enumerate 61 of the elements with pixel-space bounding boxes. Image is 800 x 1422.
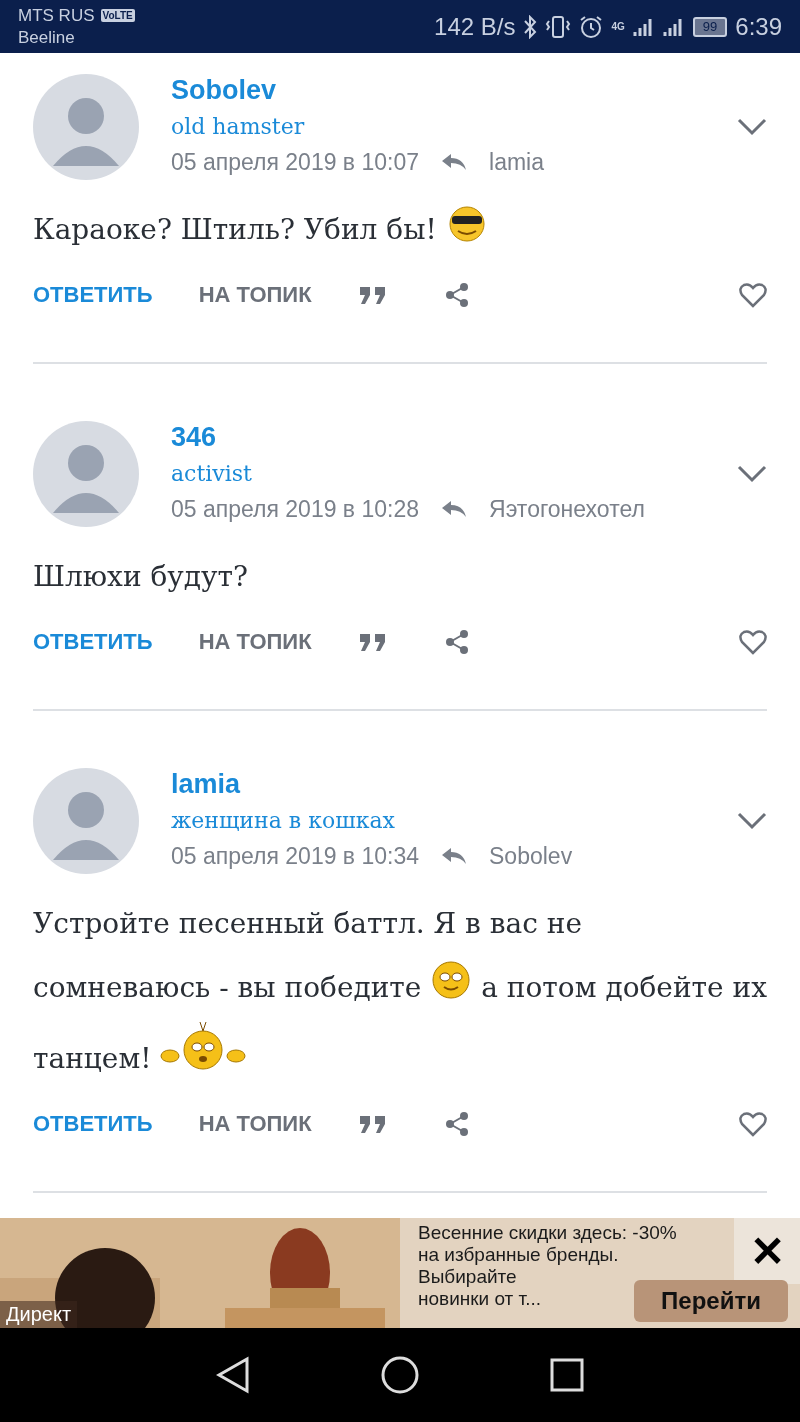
author-status: женщина в кошках bbox=[171, 807, 396, 835]
go-button[interactable]: Перейти bbox=[634, 1280, 788, 1322]
chevron-down-icon[interactable] bbox=[737, 118, 767, 136]
heart-icon[interactable] bbox=[739, 629, 767, 655]
reply-arrow-icon bbox=[441, 500, 468, 518]
quote-icon[interactable] bbox=[357, 285, 388, 305]
to-topic-button[interactable]: НА ТОПИК bbox=[198, 1111, 312, 1137]
quote-icon[interactable] bbox=[357, 1114, 388, 1134]
author-name[interactable]: lamia bbox=[171, 766, 705, 802]
author-name[interactable]: Sobolev bbox=[171, 72, 705, 108]
reply-to-user[interactable]: lamia bbox=[489, 146, 544, 178]
share-icon[interactable] bbox=[443, 629, 470, 655]
ad-text-line: Весенние скидки здесь: -30% bbox=[418, 1222, 677, 1244]
comment-date: 05 апреля 2019 в 10:34 bbox=[171, 842, 420, 871]
to-topic-button[interactable]: НА ТОПИК bbox=[198, 629, 312, 655]
recent-apps-icon[interactable] bbox=[550, 1358, 585, 1392]
reply-arrow-icon bbox=[441, 847, 468, 865]
carrier-name: MTS RUS bbox=[18, 5, 95, 26]
reply-button[interactable]: ОТВЕТИТЬ bbox=[33, 1111, 153, 1137]
reply-button[interactable]: ОТВЕТИТЬ bbox=[33, 629, 153, 655]
ad-text-line: новинки от т... bbox=[418, 1288, 542, 1310]
chevron-down-icon[interactable] bbox=[737, 465, 767, 483]
reply-to-user[interactable]: Яэтогонехотел bbox=[489, 493, 645, 525]
comment-text: Караоке? Штиль? Убил бы! bbox=[33, 198, 767, 262]
heart-icon[interactable] bbox=[739, 1111, 767, 1137]
network-type: 4G bbox=[611, 21, 625, 32]
avatar[interactable] bbox=[33, 74, 139, 180]
vibrate-icon bbox=[545, 14, 572, 39]
avatar[interactable] bbox=[33, 768, 139, 874]
comment-text: Устройте песенный баттл. Я в вас не сомневаюсь - вы победите а потом добейте их танцем! bbox=[33, 906, 767, 1077]
close-button[interactable]: ✕ bbox=[734, 1218, 800, 1284]
dancing-smiley-icon bbox=[160, 1020, 247, 1072]
comment-text: Шлюхи будут? bbox=[33, 559, 250, 595]
ad-label: Директ bbox=[0, 1301, 78, 1328]
chevron-down-icon[interactable] bbox=[737, 812, 767, 830]
heart-icon[interactable] bbox=[739, 282, 767, 308]
reply-button[interactable]: ОТВЕТИТЬ bbox=[33, 282, 153, 308]
home-icon[interactable] bbox=[381, 1356, 419, 1394]
battery-level: 99 bbox=[692, 16, 728, 37]
share-icon[interactable] bbox=[443, 1111, 470, 1137]
reply-arrow-icon bbox=[441, 153, 468, 171]
smiley-icon bbox=[430, 959, 473, 1001]
share-icon[interactable] bbox=[443, 282, 470, 308]
quote-icon[interactable] bbox=[357, 632, 388, 652]
author-status: old hamster bbox=[171, 113, 306, 141]
volte-badge: VoLTE bbox=[100, 9, 135, 22]
network-speed: 142 B/s bbox=[434, 12, 516, 41]
back-icon[interactable] bbox=[215, 1356, 250, 1394]
to-topic-button[interactable]: НА ТОПИК bbox=[198, 282, 312, 308]
reply-to-user[interactable]: Sobolev bbox=[489, 840, 573, 872]
author-status: activist bbox=[171, 460, 253, 488]
ad-text-line: на избранные бренды. bbox=[418, 1244, 619, 1266]
avatar[interactable] bbox=[33, 421, 139, 527]
clock: 6:39 bbox=[735, 12, 782, 41]
comment-date: 05 апреля 2019 в 10:07 bbox=[171, 148, 420, 177]
alarm-icon bbox=[579, 14, 604, 39]
bluetooth-icon bbox=[523, 14, 538, 39]
comment-date: 05 апреля 2019 в 10:28 bbox=[171, 495, 420, 524]
carrier-name: Beeline bbox=[18, 27, 76, 48]
author-name[interactable]: 346 bbox=[171, 419, 705, 455]
ad-text-line: Выбирайте bbox=[418, 1266, 517, 1288]
